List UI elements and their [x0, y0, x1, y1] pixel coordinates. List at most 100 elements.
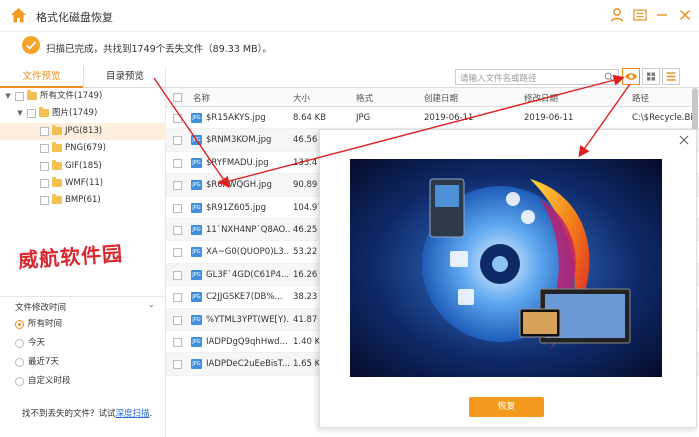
column-modified[interactable]: 修改日期 — [524, 92, 558, 104]
row-checkbox[interactable] — [173, 360, 182, 370]
home-icon[interactable] — [10, 7, 27, 24]
watermark-text: 威航软件园 — [17, 241, 124, 273]
row-checkbox[interactable] — [173, 225, 182, 235]
file-format: JPG — [356, 113, 371, 123]
deep-scan-hint: 找不到丢失的文件？试试深度扫描. — [22, 407, 152, 419]
file-size: 90.89 — [293, 180, 318, 191]
tree-item-label: PNG(679) — [65, 143, 106, 154]
file-name: GL3F`4GD(C61P4... — [206, 269, 290, 280]
close-icon[interactable] — [677, 7, 693, 23]
column-size[interactable]: 大小 — [293, 92, 310, 104]
list-view-button[interactable] — [662, 68, 680, 85]
radio-last-7-days[interactable]: 最近7天 — [15, 354, 165, 371]
image-file-icon: JPG — [191, 269, 202, 280]
row-checkbox[interactable] — [173, 203, 182, 213]
preview-toggle-button[interactable] — [622, 68, 640, 85]
file-name: IADPDgQ9qhHwd... — [206, 336, 288, 347]
status-row: 扫描已完成，共找到1749个丢失文件（89.33 MB）。 — [0, 32, 699, 66]
tree-checkbox[interactable] — [15, 92, 24, 101]
tree-checkbox[interactable] — [40, 196, 49, 206]
row-checkbox[interactable] — [173, 114, 182, 123]
tree-item-label: JPG(813) — [65, 125, 103, 136]
column-format[interactable]: 格式 — [356, 92, 373, 104]
tree-item-label: WMF(11) — [65, 177, 104, 188]
radio-button[interactable] — [15, 358, 24, 367]
row-checkbox[interactable] — [173, 293, 182, 303]
tree-item-gif[interactable]: GIF(185) — [0, 158, 166, 175]
image-file-icon: JPG — [191, 247, 202, 258]
file-modified: 2019-06-11 — [524, 113, 574, 123]
tree-checkbox[interactable] — [40, 178, 49, 188]
row-checkbox[interactable] — [173, 270, 182, 280]
time-filter-title: 文件修改时间 — [15, 303, 67, 313]
radio-label: 自定义时段 — [28, 376, 71, 386]
file-size: 46.56 — [293, 135, 318, 146]
tab-directory-preview[interactable]: 目录预览 — [83, 66, 166, 88]
image-file-icon: JPG — [191, 202, 202, 213]
preview-close-icon[interactable] — [678, 134, 690, 146]
file-name: $RNM3KOM.jpg — [206, 135, 272, 146]
image-file-icon: JPG — [191, 292, 202, 303]
tree-checkbox[interactable] — [27, 109, 36, 119]
tree-item-bmp[interactable]: BMP(61) — [0, 192, 166, 209]
table-row[interactable]: JPG $R15AKYS.jpg 8.64 KB JPG 2019-06-11 … — [166, 107, 699, 130]
sidebar: 文件预览 目录预览 ▼ 所有文件(1749) ▼ 图片(1749) JPG(81… — [0, 66, 166, 437]
table-header: 名称 大小 格式 创建日期 修改日期 路径 — [166, 88, 699, 107]
grid-view-button[interactable] — [642, 68, 660, 85]
column-name[interactable]: 名称 — [193, 92, 210, 104]
eye-icon — [625, 73, 637, 80]
column-path[interactable]: 路径 — [632, 92, 649, 104]
tree-item-png[interactable]: PNG(679) — [0, 140, 166, 157]
radio-button[interactable] — [15, 339, 24, 348]
search-icon[interactable] — [604, 72, 614, 82]
image-file-icon: JPG — [191, 157, 202, 168]
radio-label: 所有时间 — [28, 319, 63, 329]
image-file-icon: JPG — [191, 113, 202, 123]
scan-status-text: 扫描已完成，共找到1749个丢失文件（89.33 MB）。 — [46, 44, 272, 55]
tree-item-all-files[interactable]: ▼ 所有文件(1749) — [0, 88, 166, 105]
folder-icon — [52, 159, 62, 170]
row-checkbox[interactable] — [173, 181, 182, 191]
tree-item-label: GIF(185) — [65, 160, 102, 171]
search-input[interactable]: 请输入文件名或路径 — [455, 69, 619, 85]
column-created[interactable]: 创建日期 — [424, 92, 458, 104]
collapse-arrow-icon[interactable]: ▼ — [4, 88, 12, 105]
radio-label: 最近7天 — [28, 357, 59, 367]
deep-scan-link[interactable]: 深度扫描 — [116, 409, 150, 419]
folder-icon — [52, 176, 62, 187]
row-checkbox[interactable] — [173, 337, 182, 347]
user-icon[interactable] — [609, 7, 625, 23]
row-checkbox[interactable] — [173, 315, 182, 325]
hint-text: 找不到丢失的文件？试试 — [22, 409, 116, 419]
tree-item-jpg[interactable]: JPG(813) — [0, 122, 166, 141]
sidebar-tabs: 文件预览 目录预览 — [0, 66, 166, 88]
tree-checkbox[interactable] — [40, 144, 49, 154]
file-size: 46.25 — [293, 224, 318, 235]
tree-item-images[interactable]: ▼ 图片(1749) — [0, 105, 166, 122]
row-checkbox[interactable] — [173, 136, 182, 146]
file-size: 38.23 — [293, 292, 318, 303]
row-checkbox[interactable] — [173, 248, 182, 258]
row-checkbox[interactable] — [173, 158, 182, 168]
tree-item-wmf[interactable]: WMF(11) — [0, 175, 166, 192]
radio-button[interactable] — [15, 377, 24, 386]
tree-item-label: 所有文件(1749) — [40, 91, 103, 101]
recover-button[interactable]: 恢复 — [469, 397, 544, 417]
menu-icon[interactable] — [632, 7, 648, 23]
tree-checkbox[interactable] — [40, 161, 49, 171]
tree-checkbox[interactable] — [40, 126, 49, 136]
time-filter-header[interactable]: 文件修改时间 ⌄ — [0, 296, 166, 314]
radio-today[interactable]: 今天 — [15, 335, 165, 352]
file-name: XA~G0(QUOP0)L3... — [206, 247, 290, 258]
radio-button[interactable] — [15, 320, 24, 329]
scrollbar-thumb[interactable] — [692, 88, 698, 132]
search-placeholder: 请输入文件名或路径 — [460, 74, 537, 84]
radio-custom-range[interactable]: 自定义时段 — [15, 373, 165, 390]
radio-all-time[interactable]: 所有时间 — [15, 316, 165, 333]
check-icon — [22, 36, 40, 54]
tab-file-preview[interactable]: 文件预览 — [0, 66, 83, 88]
collapse-arrow-icon[interactable]: ▼ — [16, 105, 24, 122]
minimize-icon[interactable] — [654, 7, 670, 23]
select-all-checkbox[interactable] — [173, 93, 182, 102]
chevron-down-icon[interactable]: ⌄ — [148, 300, 155, 309]
